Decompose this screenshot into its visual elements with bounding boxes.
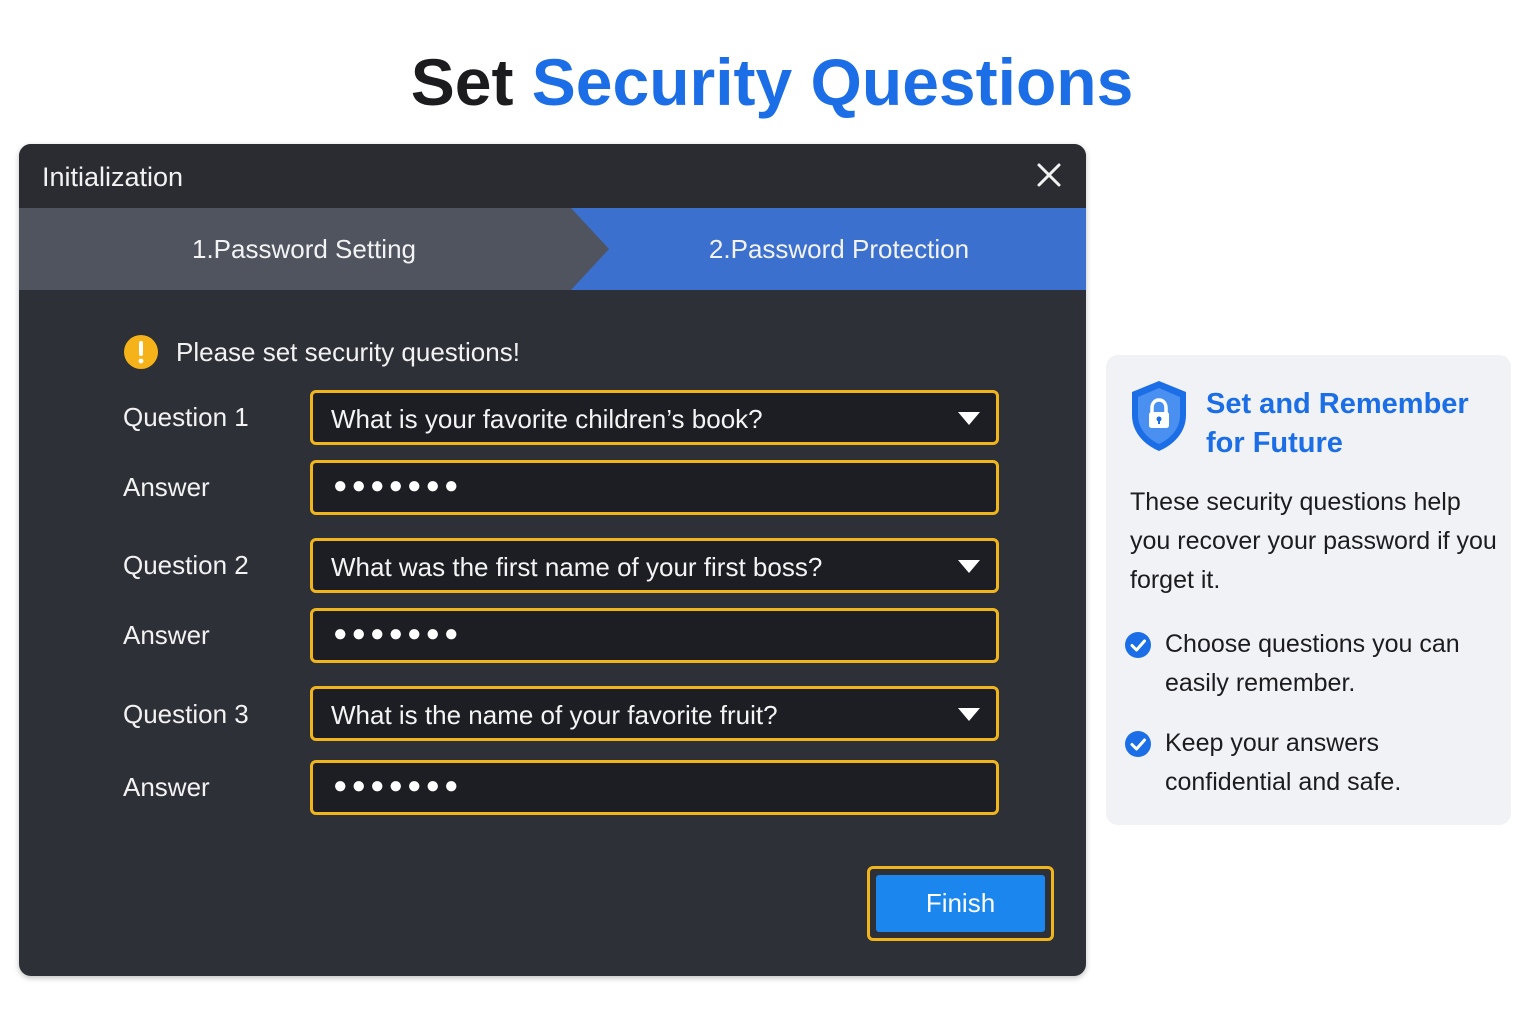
close-icon <box>1037 163 1061 187</box>
answer-1-value: ●●●●●●● <box>333 472 463 499</box>
answer-3-label: Answer <box>123 772 210 802</box>
answer-2-label: Answer <box>123 620 210 650</box>
finish-button-focus-ring: Finish <box>867 866 1054 941</box>
page-title: Set Security Questions <box>0 44 1536 120</box>
question-1-label: Question 1 <box>123 402 249 432</box>
dialog-title: Initialization <box>42 162 184 192</box>
question-3-label: Question 3 <box>123 699 249 729</box>
close-button[interactable] <box>1032 158 1066 192</box>
check-circle-icon <box>1125 731 1151 757</box>
question-2-value: What was the first name of your first bo… <box>331 552 823 582</box>
answer-2-value: ●●●●●●● <box>333 620 463 647</box>
tip-text: Keep your answers confidential and safe. <box>1165 729 1402 796</box>
answer-3-input[interactable]: ●●●●●●● <box>310 760 999 815</box>
page-title-prefix: Set <box>410 45 532 119</box>
wizard-steps: 1.Password Setting 2.Password Protection <box>19 208 1086 290</box>
answer-1-input[interactable]: ●●●●●●● <box>310 460 999 515</box>
info-description: These security questions help you recove… <box>1130 488 1497 594</box>
warning-icon <box>124 335 158 369</box>
finish-button[interactable]: Finish <box>876 875 1045 932</box>
initialization-dialog: Initialization 1.Password Setting 2.Pass… <box>19 144 1086 976</box>
info-title: Set and Remember for Future <box>1206 388 1469 459</box>
question-1-value: What is your favorite children’s book? <box>331 404 763 434</box>
dialog-titlebar: Initialization <box>19 144 1086 208</box>
warning-text: Please set security questions! <box>176 337 520 367</box>
answer-2-input[interactable]: ●●●●●●● <box>310 608 999 663</box>
answer-3-value: ●●●●●●● <box>333 772 463 799</box>
question-3-select[interactable]: What is the name of your favorite fruit? <box>310 686 999 741</box>
chevron-down-icon <box>958 412 980 425</box>
step-password-protection[interactable]: 2.Password Protection <box>619 208 1059 290</box>
tip-text: Choose questions you can easily remember… <box>1165 630 1460 697</box>
question-3-value: What is the name of your favorite fruit? <box>331 700 778 730</box>
shield-lock-icon <box>1132 381 1186 451</box>
page-title-accent: Security Questions <box>531 45 1134 119</box>
chevron-down-icon <box>958 708 980 721</box>
chevron-down-icon <box>958 560 980 573</box>
check-circle-icon <box>1125 632 1151 658</box>
answer-1-label: Answer <box>123 472 210 502</box>
question-1-select[interactable]: What is your favorite children’s book? <box>310 390 999 445</box>
question-2-label: Question 2 <box>123 550 249 580</box>
info-card: Set and Remember for Future These securi… <box>1106 355 1511 825</box>
step-password-setting[interactable]: 1.Password Setting <box>19 208 589 290</box>
question-2-select[interactable]: What was the first name of your first bo… <box>310 538 999 593</box>
